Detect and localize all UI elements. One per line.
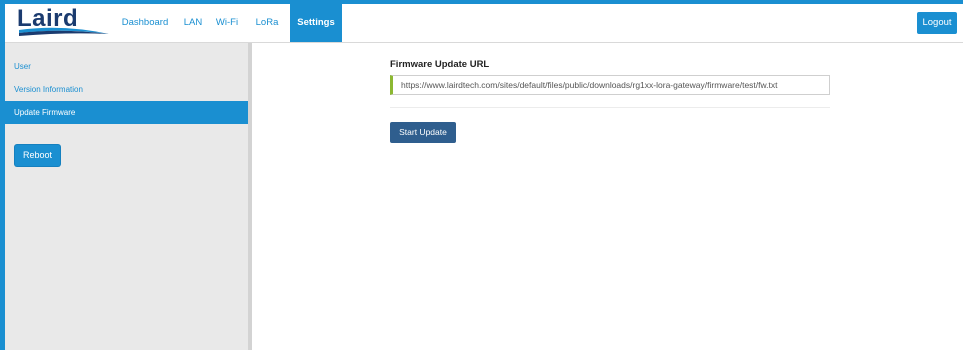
sidebar-item-user[interactable]: User bbox=[5, 55, 248, 78]
reboot-button[interactable]: Reboot bbox=[15, 145, 60, 166]
divider bbox=[390, 107, 830, 108]
main-content: Firmware Update URL https://www.lairdtec… bbox=[252, 43, 963, 350]
logo-swoosh-icon bbox=[19, 27, 109, 36]
sidebar-item-version-information[interactable]: Version Information bbox=[5, 78, 248, 101]
laird-logo[interactable]: Laird bbox=[17, 5, 112, 38]
nav-lan[interactable]: LAN bbox=[178, 4, 208, 42]
nav-wifi[interactable]: Wi-Fi bbox=[210, 4, 244, 42]
firmware-url-input[interactable]: https://www.lairdtech.com/sites/default/… bbox=[390, 75, 830, 95]
sidebar-item-update-firmware[interactable]: Update Firmware bbox=[5, 101, 248, 124]
start-update-button[interactable]: Start Update bbox=[390, 122, 456, 143]
nav-dashboard[interactable]: Dashboard bbox=[112, 4, 178, 42]
nav-lora[interactable]: LoRa bbox=[248, 4, 286, 42]
firmware-url-label: Firmware Update URL bbox=[390, 59, 490, 70]
logout-button[interactable]: Logout bbox=[917, 12, 957, 34]
top-navbar: Laird Dashboard LAN Wi-Fi LoRa Settings … bbox=[5, 4, 963, 43]
sidebar: User Version Information Update Firmware… bbox=[5, 43, 252, 350]
nav-settings[interactable]: Settings bbox=[290, 4, 342, 42]
